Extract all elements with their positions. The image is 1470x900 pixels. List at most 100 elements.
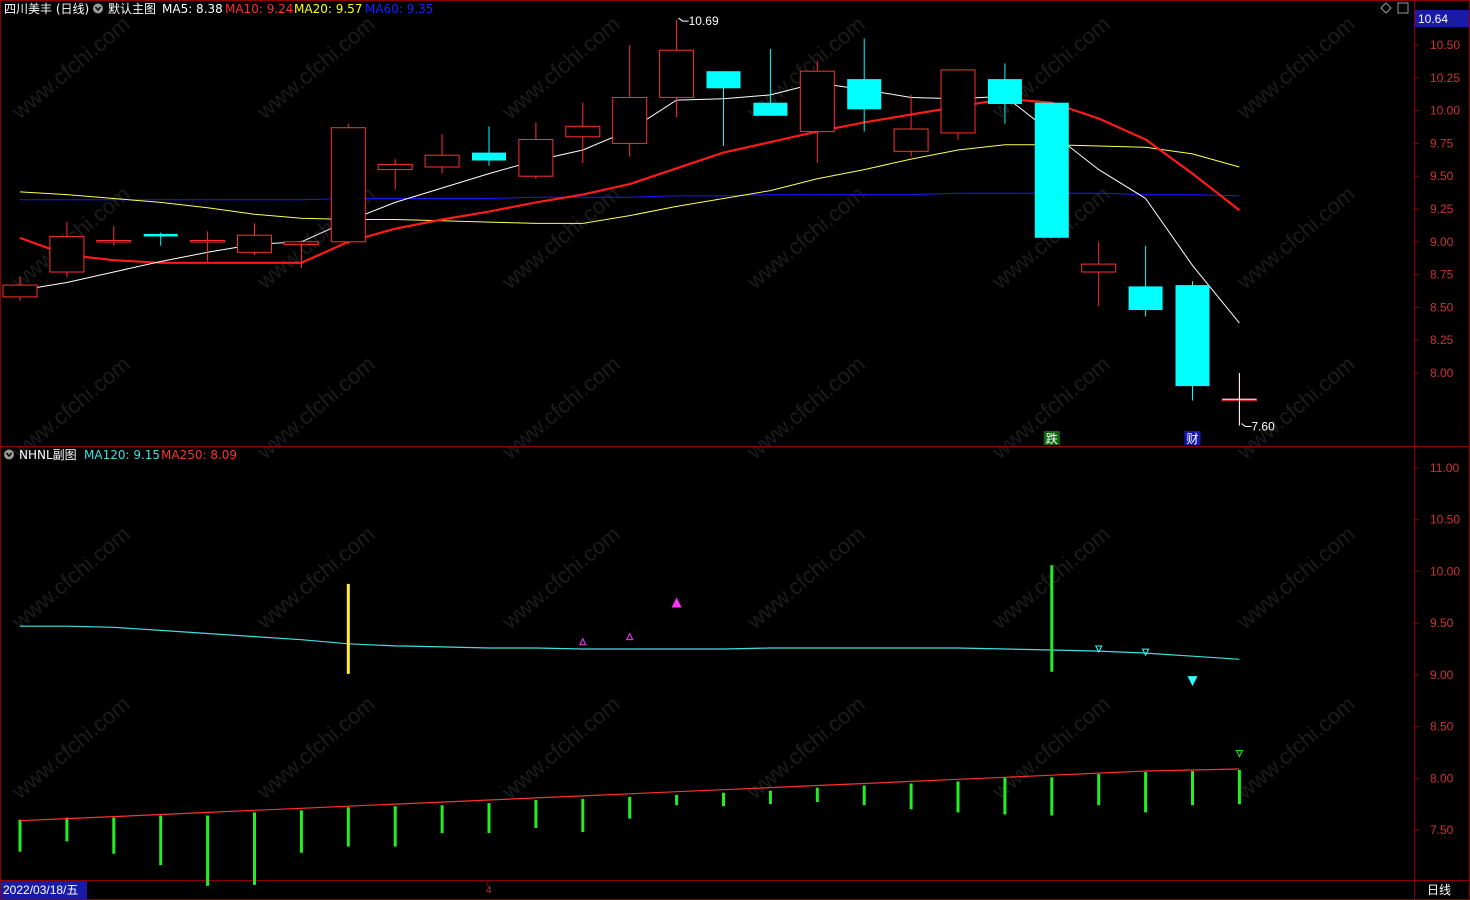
candle-body xyxy=(330,127,366,243)
price-extreme-marker xyxy=(678,17,689,22)
watermark-text: www.cfchi.com xyxy=(741,351,869,464)
axis-tick-label: 10.50 xyxy=(1430,38,1460,52)
sub-price-axis: 11.00 10.50 10.00 9.50 9.00 8.50 8.00 7.50 xyxy=(1414,461,1460,837)
watermark-text: www.cfchi.com xyxy=(6,691,134,804)
ma120-label: MA120: 9.15 xyxy=(84,448,160,462)
candle-body xyxy=(237,234,272,253)
axis-tick-label: 10.00 xyxy=(1430,104,1460,118)
watermark-text: www.cfchi.com xyxy=(986,351,1114,464)
axis-tick-label: 11.00 xyxy=(1430,461,1459,475)
axis-tick-label: 8.00 xyxy=(1430,771,1454,785)
candle-body xyxy=(847,79,882,110)
stock-name[interactable]: 四川美丰 (日线) xyxy=(4,2,89,16)
candle-body xyxy=(940,69,976,134)
candle-body xyxy=(1034,102,1069,238)
watermark-text: www.cfchi.com xyxy=(251,351,379,464)
watermark-text: www.cfchi.com xyxy=(251,11,379,124)
candle-body xyxy=(283,241,319,245)
signal-triangle xyxy=(1141,648,1150,657)
candle-body xyxy=(987,79,1022,104)
candle-body xyxy=(143,233,178,237)
axis-tick-label: 7.50 xyxy=(1430,823,1454,837)
candle-body xyxy=(1081,263,1117,273)
candle-body xyxy=(377,163,413,171)
price-extreme-marker xyxy=(1241,423,1252,427)
candle-body xyxy=(1175,285,1210,387)
candle-body xyxy=(612,97,648,144)
signal-triangle xyxy=(625,632,634,641)
candle-body xyxy=(1128,286,1163,310)
chart-menu-icon[interactable] xyxy=(93,3,103,14)
ma120-line xyxy=(20,625,1240,660)
signal-triangle xyxy=(1235,749,1244,758)
sub-header: NHNL副图 MA120: 9.15 MA250: 8.09 xyxy=(4,448,237,462)
axis-tick-label: 9.75 xyxy=(1430,136,1454,150)
price-extreme-label: 10.69 xyxy=(689,14,719,28)
axis-tick-label: 8.00 xyxy=(1430,366,1454,380)
candle-body xyxy=(49,236,85,273)
signal-triangle xyxy=(578,637,587,646)
watermark-text: www.cfchi.com xyxy=(741,521,869,634)
candle-body xyxy=(2,284,38,298)
main-chart-name[interactable]: 默认主图 xyxy=(108,1,156,16)
candle-body xyxy=(190,240,226,243)
axis-tick-label: 9.50 xyxy=(1430,169,1454,183)
candle-body xyxy=(706,71,741,89)
main-header: 四川美丰 (日线) 默认主图 MA5: 8.38 MA10: 9.24 MA20… xyxy=(4,1,1469,27)
candle-body xyxy=(753,102,788,116)
axis-tick-label: 10.25 xyxy=(1430,71,1460,85)
watermark-text: www.cfchi.com xyxy=(1231,691,1359,804)
axis-tick-label: 9.00 xyxy=(1430,668,1454,682)
month-marker: 4 xyxy=(486,885,492,896)
window-restore-icon[interactable] xyxy=(1397,2,1409,14)
candlestick-series[interactable] xyxy=(2,20,1257,426)
signal-triangle xyxy=(1187,676,1198,687)
watermark-text: www.cfchi.com xyxy=(496,691,624,804)
event-badge-label: 跌 xyxy=(1046,431,1058,446)
candle-body xyxy=(424,154,460,168)
watermark-text: www.cfchi.com xyxy=(496,521,624,634)
footer-bar: 2022/03/18/五 4 日线 xyxy=(1,881,1451,899)
axis-tick-label: 8.50 xyxy=(1430,720,1454,734)
axis-tick-label: 9.00 xyxy=(1430,235,1454,249)
main-price-axis: 10.50 10.25 10.00 9.75 9.50 9.25 9.00 8.75 8.50 8… xyxy=(1414,38,1460,380)
axis-tick-label: 8.75 xyxy=(1430,268,1454,282)
candle-body xyxy=(659,49,695,98)
chart-canvas[interactable]: www.cfchi.com www.cfchi.com www.cfchi.com w… xyxy=(0,0,1470,900)
axis-tick-label: 10.00 xyxy=(1430,564,1460,578)
watermark-text: www.cfchi.com xyxy=(6,11,134,124)
candle-body xyxy=(799,70,835,133)
watermark-text: www.cfchi.com xyxy=(496,11,624,124)
watermark-text: www.cfchi.com xyxy=(6,521,134,634)
candle-body xyxy=(96,240,132,243)
sub-menu-icon[interactable] xyxy=(4,449,14,460)
date-label: 2022/03/18/五 xyxy=(3,883,78,897)
ma5-label: MA5: 8.38 xyxy=(162,2,223,16)
candle-body xyxy=(518,139,554,177)
ma10-label: MA10: 9.24 xyxy=(225,2,293,16)
watermark-text: www.cfchi.com xyxy=(1231,181,1359,294)
ma60-label: MA60: 9.35 xyxy=(365,2,433,16)
watermark-text: www.cfchi.com xyxy=(741,181,869,294)
axis-tick-label: 10.50 xyxy=(1430,513,1460,527)
axis-tick-label: 8.50 xyxy=(1430,300,1454,314)
candle-body xyxy=(565,125,601,138)
period-label[interactable]: 日线 xyxy=(1427,883,1451,897)
current-price-value: 10.64 xyxy=(1418,12,1448,26)
sub-chart-name[interactable]: NHNL副图 xyxy=(19,448,77,462)
candle-body xyxy=(893,128,929,152)
watermark-layer: www.cfchi.com www.cfchi.com www.cfchi.com w… xyxy=(6,11,1359,804)
price-extreme-label: 7.60 xyxy=(1251,419,1275,433)
signal-triangle xyxy=(671,597,682,608)
watermark-text: www.cfchi.com xyxy=(251,691,379,804)
ma20-label: MA20: 9.57 xyxy=(294,2,362,16)
watermark-text: www.cfchi.com xyxy=(1231,11,1359,124)
watermark-text: www.cfchi.com xyxy=(1231,521,1359,634)
event-badge-label: 财 xyxy=(1187,432,1199,446)
watermark-text: www.cfchi.com xyxy=(1231,351,1359,464)
watermark-text: www.cfchi.com xyxy=(496,351,624,464)
axis-tick-label: 9.50 xyxy=(1430,616,1454,630)
diamond-icon[interactable] xyxy=(1380,2,1392,14)
ma250-label: MA250: 8.09 xyxy=(161,448,237,462)
watermark-text: www.cfchi.com xyxy=(251,521,379,634)
